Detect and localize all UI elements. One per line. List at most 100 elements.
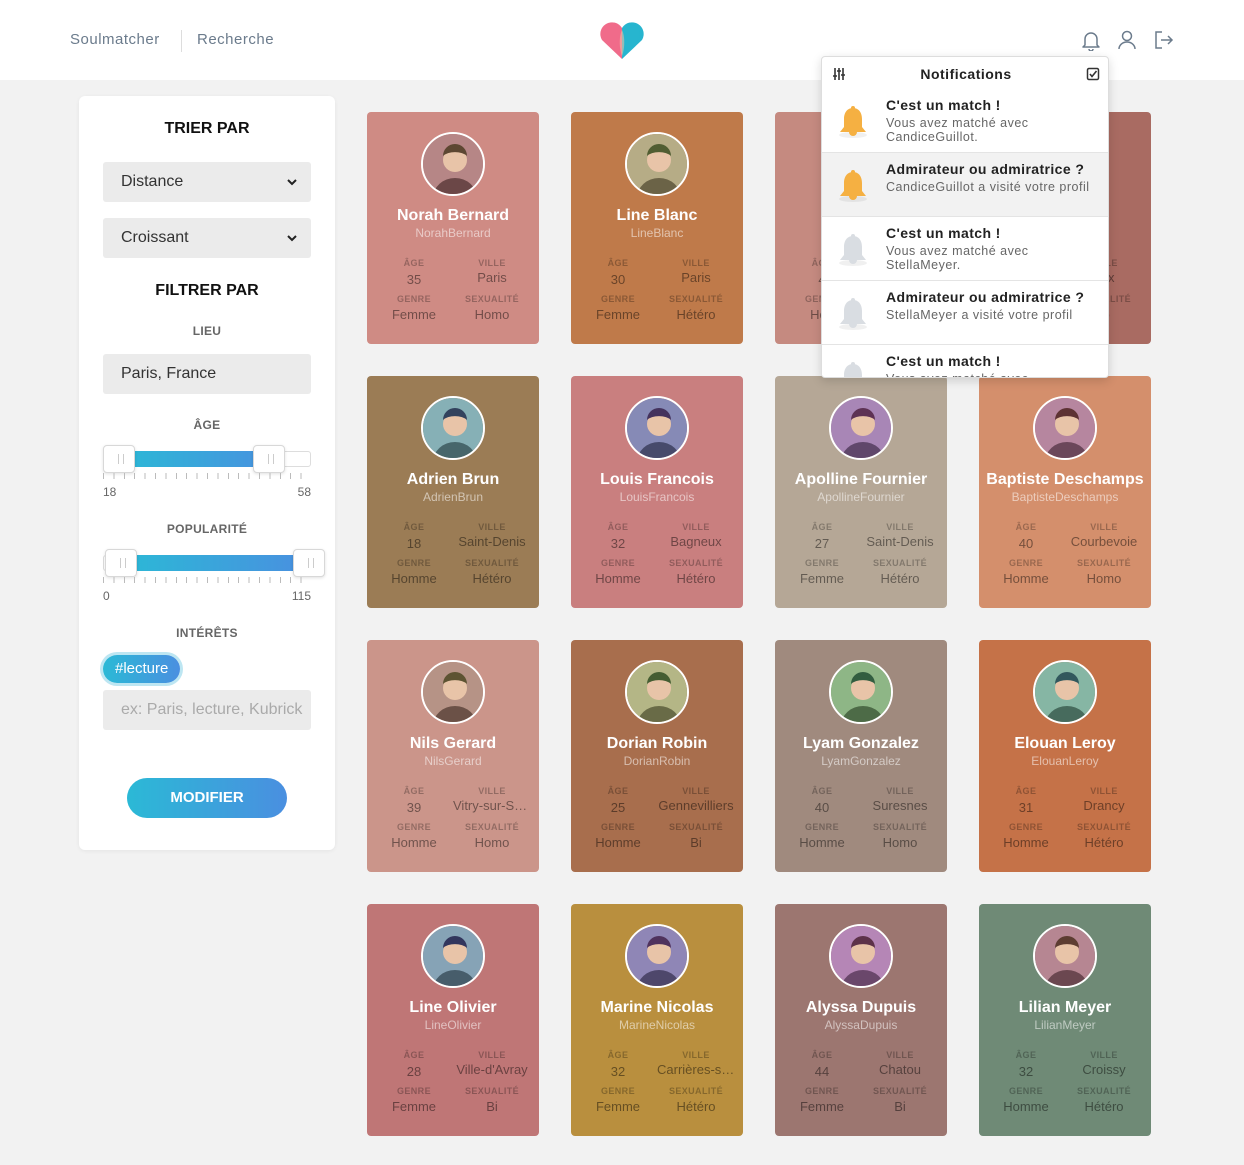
profile-login: LilianMeyer (1034, 1018, 1096, 1032)
popularity-max-handle[interactable] (293, 549, 325, 577)
profile-card[interactable]: Lilian Meyer LilianMeyer ÂGE VILLE 32 Cr… (979, 904, 1151, 1136)
notification-item[interactable]: Admirateur ou admiratrice ? CandiceGuill… (822, 153, 1108, 217)
profile-city: Saint-Denis (458, 534, 526, 549)
nav-divider (181, 30, 182, 52)
sort-order-select[interactable]: Croissant (103, 218, 311, 258)
avatar[interactable] (1033, 924, 1097, 988)
sexuality-label: SEXUALITÉ (668, 822, 724, 832)
age-label: ÂGE (403, 258, 425, 268)
profile-city: Vitry-sur-Seine (453, 798, 531, 813)
avatar[interactable] (1033, 660, 1097, 724)
gender-label: GENRE (1008, 558, 1043, 568)
profile-card[interactable]: Marine Nicolas MarineNicolas ÂGE VILLE 3… (571, 904, 743, 1136)
popularity-range-slider[interactable]: 0 115 (103, 545, 325, 605)
notification-item[interactable]: Admirateur ou admiratrice ? StellaMeyer … (822, 281, 1108, 345)
profile-age: 25 (610, 800, 626, 815)
profile-age: 27 (814, 536, 830, 551)
sort-by-value: Distance (121, 173, 184, 190)
avatar[interactable] (829, 924, 893, 988)
notification-item[interactable]: C'est un match ! Vous avez matché avec (822, 345, 1108, 377)
location-input[interactable]: Paris, France (103, 354, 311, 394)
profile-gender: Femme (799, 571, 845, 586)
avatar-image (831, 398, 891, 458)
avatar[interactable] (625, 924, 689, 988)
gender-label: GENRE (396, 1086, 431, 1096)
profile-age: 28 (406, 1064, 422, 1079)
popularity-min-handle[interactable] (105, 549, 137, 577)
profile-login: NorahBernard (415, 226, 491, 240)
profile-card[interactable]: Lyam Gonzalez LyamGonzalez ÂGE VILLE 40 … (775, 640, 947, 872)
age-range-slider[interactable]: 18 58 (103, 441, 311, 501)
user-icon[interactable] (1116, 29, 1138, 51)
city-label: VILLE (1090, 1050, 1118, 1060)
profile-card[interactable]: Line Olivier LineOlivier ÂGE VILLE 28 Vi… (367, 904, 539, 1136)
profile-sexuality: Hétéro (676, 1099, 716, 1114)
avatar-image (831, 926, 891, 986)
age-label: ÂGE (811, 1050, 833, 1060)
profile-card[interactable]: Adrien Brun AdrienBrun ÂGE VILLE 18 Sain… (367, 376, 539, 608)
profile-gender: Homme (799, 835, 845, 850)
sexuality-label: SEXUALITÉ (668, 294, 724, 304)
profile-card[interactable]: Baptiste Deschamps BaptisteDeschamps ÂGE… (979, 376, 1151, 608)
profile-card[interactable]: Line Blanc LineBlanc ÂGE VILLE 30 Paris … (571, 112, 743, 344)
avatar[interactable] (1033, 396, 1097, 460)
bell-icon (844, 362, 862, 377)
avatar[interactable] (421, 924, 485, 988)
modify-button[interactable]: MODIFIER (127, 778, 287, 818)
profile-city: Chatou (879, 1062, 921, 1077)
profile-name: Elouan Leroy (1014, 735, 1116, 752)
city-label: VILLE (886, 1050, 914, 1060)
avatar[interactable] (625, 396, 689, 460)
profile-gender: Homme (391, 571, 437, 586)
city-label: VILLE (886, 522, 914, 532)
age-min-value: 18 (103, 485, 117, 499)
profile-age: 32 (1018, 1064, 1034, 1079)
profile-login: AdrienBrun (422, 490, 484, 504)
profile-sexuality: Bi (690, 835, 702, 850)
nav-brand-link[interactable]: Soulmatcher (70, 31, 160, 48)
logo-heart-icon[interactable] (597, 20, 647, 60)
avatar[interactable] (829, 660, 893, 724)
profile-card[interactable]: Nils Gerard NilsGerard ÂGE VILLE 39 Vitr… (367, 640, 539, 872)
sexuality-label: SEXUALITÉ (464, 294, 520, 304)
avatar[interactable] (421, 396, 485, 460)
avatar[interactable] (625, 132, 689, 196)
logout-icon[interactable] (1153, 29, 1175, 51)
mark-all-read-icon[interactable] (1086, 67, 1100, 81)
sort-by-select[interactable]: Distance (103, 162, 311, 202)
profile-sexuality: Hétéro (472, 571, 512, 586)
profile-card[interactable]: Alyssa Dupuis AlyssaDupuis ÂGE VILLE 44 … (775, 904, 947, 1136)
profile-card[interactable]: Elouan Leroy ElouanLeroy ÂGE VILLE 31 Dr… (979, 640, 1151, 872)
notification-title: Admirateur ou admiratrice ? (886, 161, 1085, 177)
avatar[interactable] (421, 132, 485, 196)
interests-input[interactable]: ex: Paris, lecture, Kubrick (103, 690, 311, 730)
profile-card[interactable]: Apolline Fournier ApollineFournier ÂGE V… (775, 376, 947, 608)
profile-city: Paris (477, 270, 507, 285)
profile-sexuality: Hétéro (676, 307, 716, 322)
notification-title: C'est un match ! (886, 353, 1001, 369)
profile-login: LouisFrancois (619, 490, 695, 504)
bell-icon[interactable] (1080, 29, 1102, 51)
profile-sexuality: Homo (474, 307, 510, 322)
avatar-image (627, 926, 687, 986)
city-label: VILLE (682, 1050, 710, 1060)
avatar[interactable] (421, 660, 485, 724)
avatar[interactable] (829, 396, 893, 460)
profile-name: Lyam Gonzalez (803, 735, 919, 752)
interest-tag[interactable]: #lecture (103, 655, 181, 683)
notification-item[interactable]: C'est un match ! Vous avez matché avec S… (822, 217, 1108, 281)
nav-search-link[interactable]: Recherche (197, 31, 274, 48)
profile-age: 35 (406, 272, 422, 287)
popularity-slider-ticks (103, 577, 311, 583)
gender-label: GENRE (600, 1086, 635, 1096)
profile-sexuality: Homo (474, 835, 510, 850)
profile-card[interactable]: Norah Bernard NorahBernard ÂGE VILLE 35 … (367, 112, 539, 344)
city-label: VILLE (478, 1050, 506, 1060)
avatar[interactable] (625, 660, 689, 724)
notification-item[interactable]: C'est un match ! Vous avez matché avec C… (822, 89, 1108, 153)
age-max-handle[interactable] (253, 445, 285, 473)
profile-card[interactable]: Dorian Robin DorianRobin ÂGE VILLE 25 Ge… (571, 640, 743, 872)
age-min-handle[interactable] (103, 445, 135, 473)
profile-age: 31 (1018, 800, 1034, 815)
profile-card[interactable]: Louis Francois LouisFrancois ÂGE VILLE 3… (571, 376, 743, 608)
